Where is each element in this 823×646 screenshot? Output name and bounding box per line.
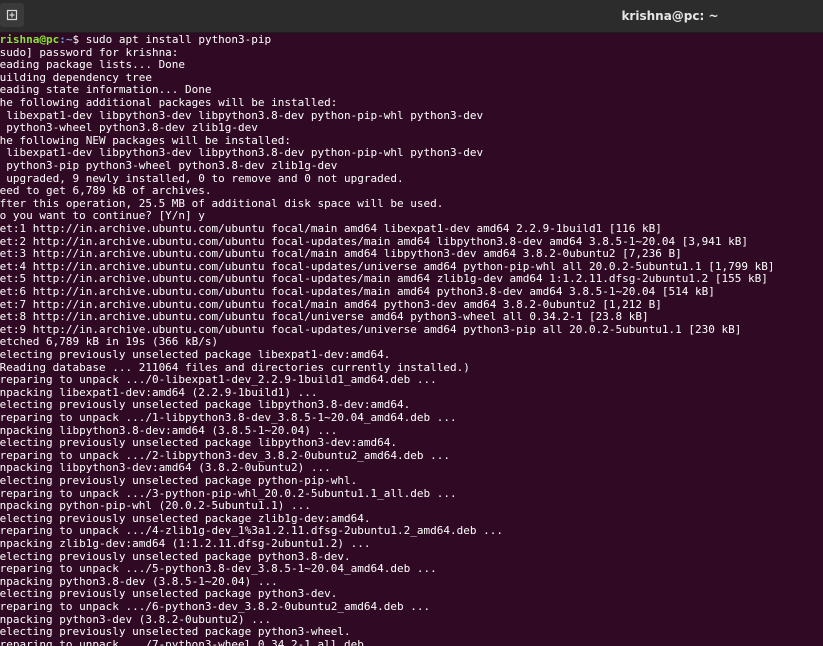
prompt-command: sudo apt install python3-pip <box>85 33 272 46</box>
terminal-line: The following additional packages will b… <box>0 96 338 109</box>
new-tab-button[interactable] <box>0 3 24 27</box>
window-title: krishna@pc: ~ <box>621 9 719 23</box>
terminal-output[interactable]: krishna@pc:~$ sudo apt install python3-p… <box>0 33 823 646</box>
prompt-path: :~ <box>59 33 73 46</box>
terminal-line: Preparing to unpack .../7-python3-wheel_… <box>0 637 391 646</box>
terminal-line: Get:6 http://in.archive.ubuntu.com/ubunt… <box>0 285 715 298</box>
terminal-line: Preparing to unpack .../5-python3.8-dev_… <box>0 562 437 576</box>
terminal-line: Selecting previously unselected package … <box>0 474 358 487</box>
terminal-line: Unpacking python-pip-whl (20.0.2-5ubuntu… <box>0 499 311 513</box>
terminal-line: Selecting previously unselected package … <box>0 348 391 361</box>
terminal-line: Get:3 http://in.archive.ubuntu.com/ubunt… <box>0 247 682 261</box>
new-tab-icon <box>6 9 18 21</box>
terminal-line: Preparing to unpack .../6-python3-dev_3.… <box>0 600 431 613</box>
prompt-line: krishna@pc:~$ sudo apt install python3-p… <box>0 33 272 47</box>
terminal-line: Selecting previously unselected package … <box>0 436 397 450</box>
prompt-symbol: $ <box>72 33 86 46</box>
terminal-line: Unpacking zlib1g-dev:amd64 (1:1.2.11.dfs… <box>0 537 371 550</box>
terminal-line: Selecting previously unselected package … <box>0 625 351 639</box>
terminal-line: Need to get 6,789 kB of archives. <box>0 184 212 198</box>
terminal-line: Get:1 http://in.archive.ubuntu.com/ubunt… <box>0 222 662 235</box>
terminal-line: Preparing to unpack .../0-libexpat1-dev_… <box>0 373 437 387</box>
terminal-line: Get:8 http://in.archive.ubuntu.com/ubunt… <box>0 310 649 324</box>
terminal-line: Reading package lists... Done <box>0 58 186 72</box>
window-titlebar: krishna@pc: ~ <box>0 0 823 33</box>
terminal-line: python3-wheel python3.8-dev zlib1g-dev <box>0 121 258 135</box>
terminal-line: python3-pip python3-wheel python3.8-dev … <box>0 159 338 172</box>
terminal-line: Preparing to unpack .../1-libpython3.8-d… <box>0 411 457 424</box>
prompt-user-host: krishna@pc <box>0 33 60 46</box>
